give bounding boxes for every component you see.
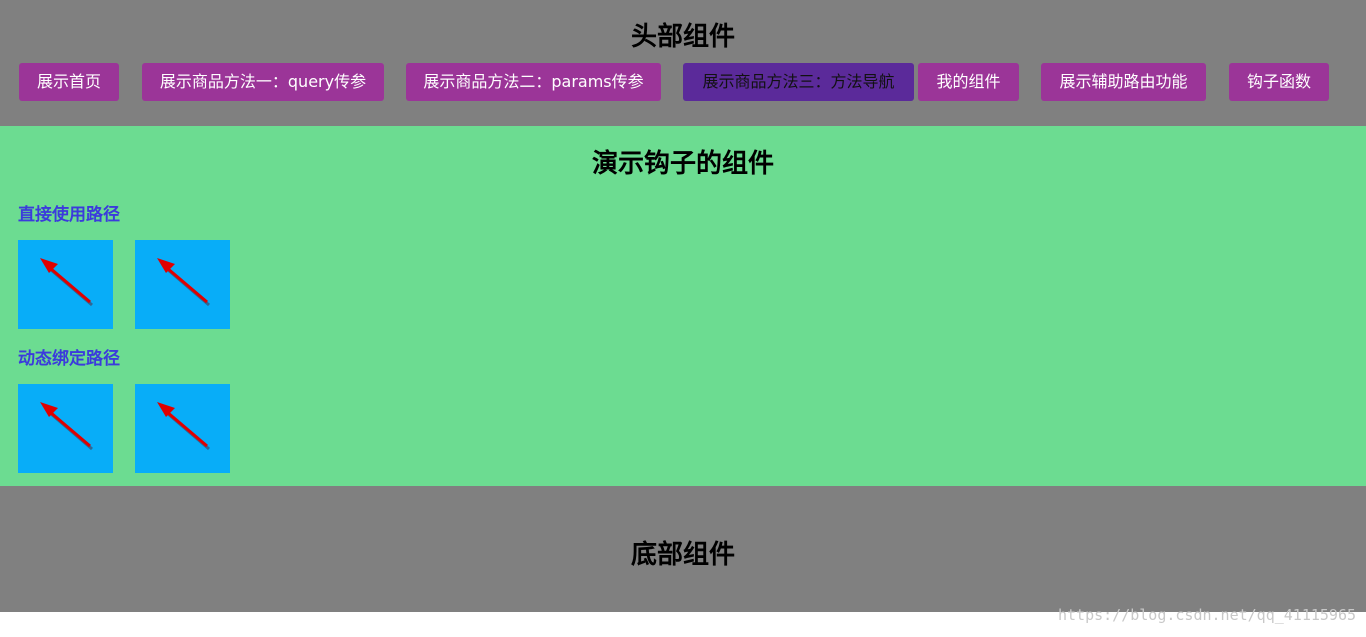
footer-title: 底部组件 [630, 540, 735, 570]
nav-my-component-button[interactable]: 我的组件 [918, 63, 1019, 101]
watermark: https://blog.csdn.net/qq_41115965 [1057, 606, 1356, 624]
arrow-icon [157, 402, 210, 451]
image-dynamic-1[interactable] [18, 384, 113, 473]
section-heading-dynamic-path: 动态绑定路径 [18, 349, 120, 369]
footer-component: 底部组件 [0, 486, 1366, 612]
header-component: 头部组件 展示首页 展示商品方法一：query传参 展示商品方法二：params… [0, 0, 1366, 126]
nav-goods-query-button[interactable]: 展示商品方法一：query传参 [142, 63, 384, 101]
nav-aux-route-button[interactable]: 展示辅助路由功能 [1041, 63, 1206, 101]
main-title: 演示钩子的组件 [591, 149, 774, 179]
image-dynamic-2[interactable] [135, 384, 230, 473]
image-direct-1[interactable] [18, 240, 113, 329]
arrow-icon [40, 258, 93, 307]
image-direct-2[interactable] [135, 240, 230, 329]
nav-bar: 展示首页 展示商品方法一：query传参 展示商品方法二：params传参 展示… [0, 63, 1366, 103]
nav-home-button[interactable]: 展示首页 [19, 63, 119, 101]
arrow-icon [40, 402, 93, 451]
hooks-demo-component: 演示钩子的组件 直接使用路径 动态绑定路径 [0, 126, 1366, 486]
section-heading-direct-path: 直接使用路径 [18, 205, 120, 225]
arrow-icon [157, 258, 210, 307]
nav-goods-method-button[interactable]: 展示商品方法三：方法导航 [683, 63, 914, 101]
nav-goods-params-button[interactable]: 展示商品方法二：params传参 [406, 63, 661, 101]
header-title: 头部组件 [630, 22, 735, 52]
nav-hooks-button[interactable]: 钩子函数 [1229, 63, 1329, 101]
